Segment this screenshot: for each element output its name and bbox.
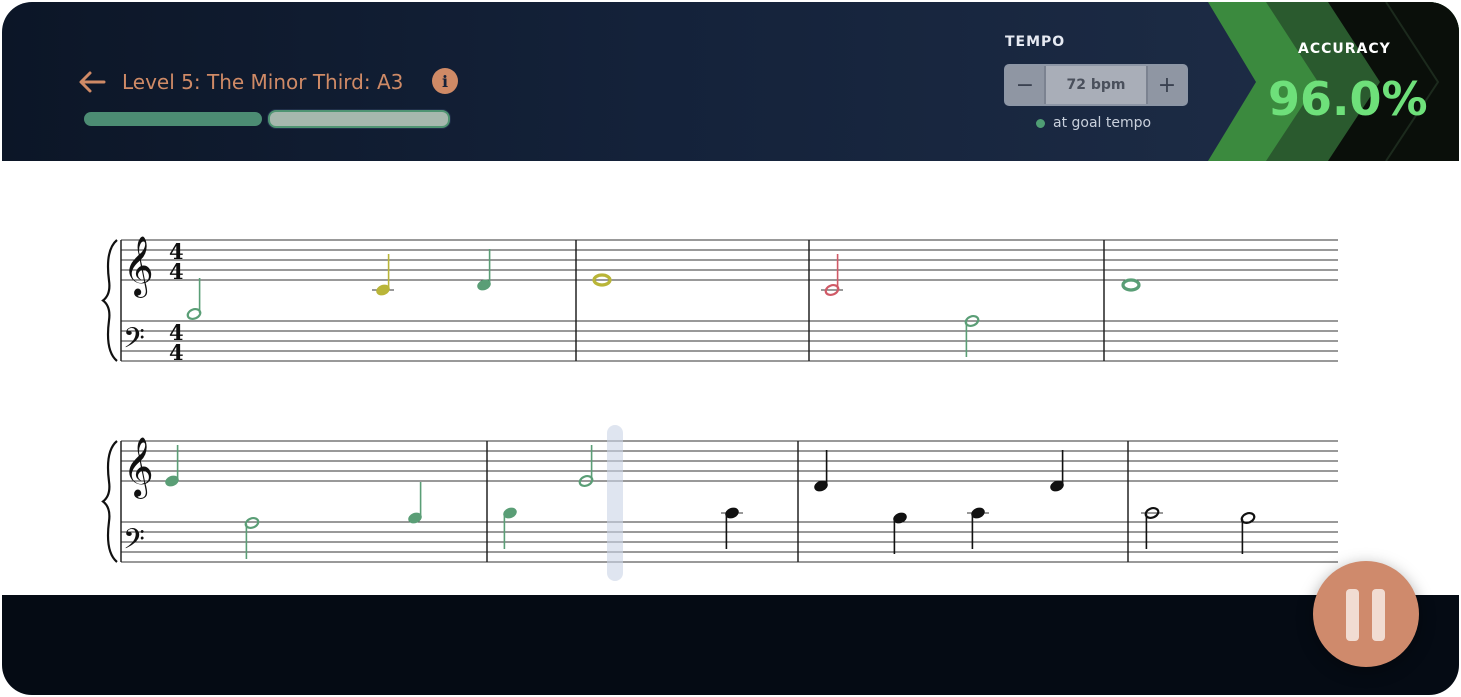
tempo-label: TEMPO [1005, 34, 1066, 50]
system-1: 𝄞𝄢4444 [101, 236, 1338, 365]
back-button[interactable] [76, 66, 108, 98]
lesson-title: Level 5: The Minor Third: A3 [122, 70, 404, 94]
lesson-progress [84, 109, 450, 129]
playhead-cursor[interactable] [607, 425, 623, 581]
treble-clef-icon: 𝄞 [123, 437, 154, 499]
tempo-value: 72 bpm [1066, 77, 1126, 93]
tempo-status-text: at goal tempo [1053, 115, 1152, 131]
bass-clef-icon: 𝄢 [123, 322, 145, 362]
pause-icon-bar [1372, 589, 1385, 641]
whole-note [1121, 278, 1141, 292]
treble-time-signature-bottom: 4 [169, 259, 184, 284]
info-icon[interactable]: i [432, 68, 458, 94]
treble-clef-icon: 𝄞 [123, 236, 154, 298]
progress-segment-current [268, 110, 450, 128]
accuracy-value: 96.0% [1268, 72, 1428, 126]
accuracy-label: ACCURACY [1298, 41, 1391, 57]
brace [101, 440, 118, 563]
brace [101, 239, 118, 362]
tempo-stepper: − 72 bpm + [1004, 64, 1188, 106]
tempo-decrease-button[interactable]: − [1006, 66, 1046, 104]
sheet-music: 𝄞 𝄢 4 4 4 4 𝄞 𝄢 [2, 161, 1459, 597]
tempo-increase-button[interactable]: + [1146, 66, 1186, 104]
footer-bar [2, 595, 1459, 695]
status-dot-icon [1036, 118, 1045, 128]
tempo-status: at goal tempo [1036, 114, 1151, 132]
app-window: Level 5: The Minor Third: A3 i TEMPO − 7… [2, 2, 1459, 695]
bass-time-signature-bottom: 4 [169, 340, 184, 365]
score-canvas: 𝄞𝄢4444 𝄞𝄢 [101, 236, 1338, 581]
lesson-header: Level 5: The Minor Third: A3 i TEMPO − 7… [2, 2, 1459, 161]
system-2: 𝄞𝄢 [101, 437, 1338, 563]
progress-segment-complete [84, 112, 262, 126]
pause-icon [1346, 589, 1359, 641]
arrow-left-icon [79, 71, 106, 93]
pause-button[interactable] [1313, 561, 1419, 667]
bass-clef-icon: 𝄢 [123, 523, 145, 563]
